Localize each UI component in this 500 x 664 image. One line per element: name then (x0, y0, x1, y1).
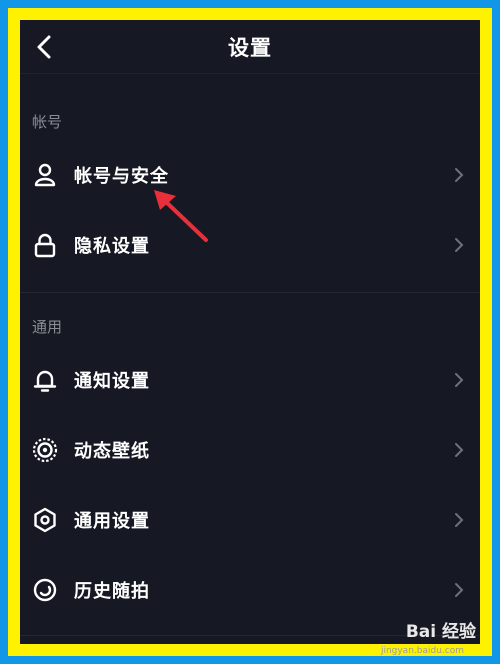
settings-item-label: 通用设置 (74, 511, 150, 532)
watermark-text: Bai 经验 (405, 622, 476, 642)
settings-item-live-wallpaper[interactable]: 动态壁纸 (20, 415, 480, 485)
chevron-right-icon (455, 583, 464, 597)
settings-item-general[interactable]: 通用设置 (20, 485, 480, 555)
watermark-url: jingyan.baidu.com (380, 646, 464, 656)
settings-item-privacy[interactable]: 隐私设置 (20, 210, 480, 280)
section-label-general: 通用 (32, 318, 63, 336)
gear-icon (32, 507, 58, 533)
user-icon (32, 162, 58, 188)
chevron-right-icon (455, 513, 464, 527)
watermark: Bai 经验 (406, 617, 476, 642)
page-title: 设置 (228, 36, 272, 60)
bell-icon (32, 367, 58, 393)
chevron-right-icon (455, 238, 464, 252)
settings-item-label: 动态壁纸 (74, 441, 150, 462)
header-divider (20, 73, 480, 74)
history-icon (32, 577, 58, 603)
settings-item-label: 隐私设置 (74, 236, 150, 257)
wallpaper-icon (32, 437, 58, 463)
settings-item-label: 历史随拍 (74, 581, 150, 602)
header: 设置 (20, 20, 480, 74)
chevron-right-icon (455, 168, 464, 182)
settings-screen: 设置 帐号 帐号与安全 隐私设置 通用 通知设置 动态壁纸 通用设置 历史随拍 (20, 20, 480, 644)
section-label-account: 帐号 (32, 113, 63, 131)
chevron-right-icon (455, 443, 464, 457)
annotation-arrow-icon (154, 190, 208, 242)
chevron-right-icon (455, 373, 464, 387)
lock-icon (32, 232, 58, 258)
settings-item-notifications[interactable]: 通知设置 (20, 345, 480, 415)
settings-item-label: 通知设置 (74, 371, 150, 392)
settings-item-account-security[interactable]: 帐号与安全 (20, 140, 480, 210)
settings-item-history[interactable]: 历史随拍 (20, 555, 480, 625)
settings-item-label: 帐号与安全 (74, 166, 169, 187)
